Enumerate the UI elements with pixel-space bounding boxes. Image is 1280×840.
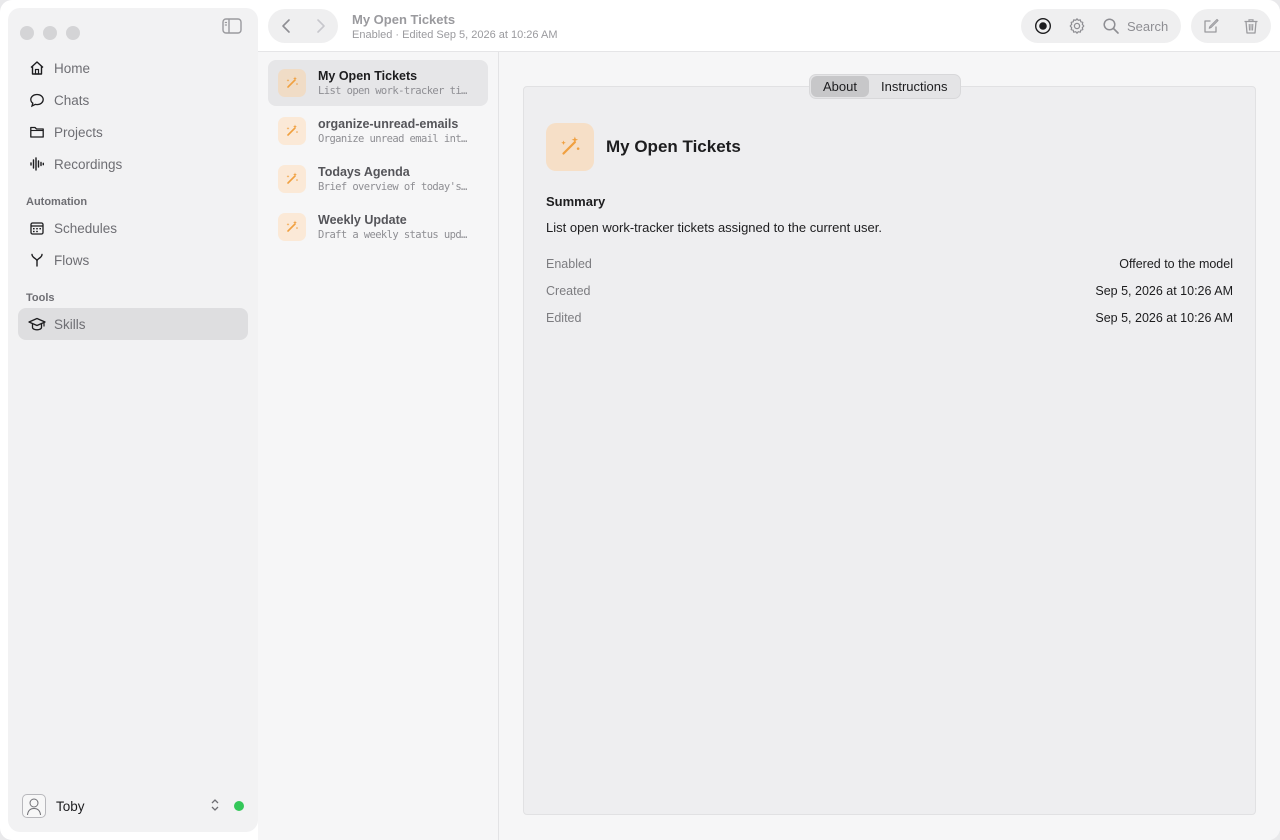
sidebar-toggle-icon[interactable]	[222, 18, 246, 36]
section-label-automation: Automation	[26, 196, 88, 208]
sidebar-item-label: Schedules	[54, 220, 118, 236]
avatar	[22, 794, 46, 818]
automation-nav: Schedules Flows	[18, 212, 248, 276]
skill-title: My Open Tickets	[606, 137, 741, 156]
gear-icon	[1069, 18, 1085, 34]
zoom-window-button[interactable]	[66, 26, 80, 40]
sidebar-item-flows[interactable]: Flows	[18, 244, 248, 276]
magic-wand-icon	[278, 165, 306, 193]
sidebar-item-label: Home	[54, 60, 91, 76]
sidebar-item-label: Recordings	[54, 156, 123, 172]
app-window: Home Chats Projects Recordings Automatio…	[0, 0, 1280, 840]
about-card: My Open Tickets Summary List open work-t…	[523, 86, 1256, 815]
window-controls	[20, 26, 80, 40]
toolbar-actions: Search	[1021, 9, 1181, 43]
skill-detail: About Instructions My Open Tickets Summa…	[499, 52, 1280, 840]
sidebar-item-skills[interactable]: Skills	[18, 308, 248, 340]
sidebar-item-chats[interactable]: Chats	[18, 84, 248, 116]
sidebar-item-schedules[interactable]: Schedules	[18, 212, 248, 244]
list-item[interactable]: My Open Tickets List open work-tracker t…	[268, 60, 488, 106]
tools-nav: Skills	[18, 308, 248, 340]
minimize-window-button[interactable]	[43, 26, 57, 40]
toolbar: My Open Tickets Enabled · Edited Sep 5, …	[258, 0, 1280, 52]
page-title: My Open Tickets	[352, 12, 456, 27]
flow-icon	[28, 251, 46, 269]
list-item-subtitle: Brief overview of today's calendar.	[318, 181, 468, 193]
user-account-row[interactable]: Toby	[22, 794, 244, 818]
waveform-icon	[28, 155, 46, 173]
list-item-subtitle: Draft a weekly status update.	[318, 229, 468, 241]
meta-value: Sep 5, 2026 at 10:26 AM	[1095, 284, 1233, 298]
sidebar-item-label: Skills	[54, 316, 86, 332]
summary-heading: Summary	[546, 194, 606, 209]
calendar-icon	[28, 219, 46, 237]
forward-button[interactable]	[307, 12, 335, 40]
search-button-label[interactable]: Search	[1127, 19, 1168, 34]
meta-key: Enabled	[546, 257, 592, 271]
list-item-title: Weekly Update	[318, 213, 407, 227]
magic-wand-icon	[546, 123, 594, 171]
trash-icon[interactable]	[1237, 12, 1265, 40]
home-icon	[28, 59, 46, 77]
list-item-title: Todays Agenda	[318, 165, 410, 179]
meta-row-enabled: Enabled Offered to the model	[546, 257, 1233, 275]
folder-icon	[28, 123, 46, 141]
skills-list: My Open Tickets List open work-tracker t…	[258, 52, 499, 840]
meta-value: Offered to the model	[1119, 257, 1233, 271]
list-item-subtitle: Organize unread email into useful groups…	[318, 133, 468, 145]
magic-wand-icon	[278, 213, 306, 241]
list-item[interactable]: organize-unread-emails Organize unread e…	[268, 108, 488, 154]
sidebar-item-projects[interactable]: Projects	[18, 116, 248, 148]
meta-row-edited: Edited Sep 5, 2026 at 10:26 AM	[546, 311, 1233, 329]
sidebar: Home Chats Projects Recordings Automatio…	[8, 8, 258, 832]
page-subtitle: Enabled · Edited Sep 5, 2026 at 10:26 AM	[352, 29, 558, 41]
sidebar-item-label: Chats	[54, 92, 90, 108]
tab-about[interactable]: About	[811, 76, 869, 97]
close-window-button[interactable]	[20, 26, 34, 40]
tab-instructions[interactable]: Instructions	[869, 76, 959, 97]
meta-value: Sep 5, 2026 at 10:26 AM	[1095, 311, 1233, 325]
chevron-up-down-icon[interactable]	[210, 798, 220, 815]
online-status-dot	[234, 801, 244, 811]
summary-text: List open work-tracker tickets assigned …	[546, 220, 882, 235]
list-item[interactable]: Weekly Update Draft a weekly status upda…	[268, 204, 488, 250]
list-item-title: My Open Tickets	[318, 69, 418, 83]
sidebar-item-recordings[interactable]: Recordings	[18, 148, 248, 180]
meta-key: Created	[546, 284, 591, 298]
meta-row-created: Created Sep 5, 2026 at 10:26 AM	[546, 284, 1233, 302]
sidebar-item-label: Projects	[54, 124, 103, 140]
back-button[interactable]	[272, 12, 300, 40]
main-nav: Home Chats Projects Recordings	[18, 52, 248, 180]
magic-wand-icon	[278, 69, 306, 97]
sidebar-item-home[interactable]: Home	[18, 52, 248, 84]
skill-header: My Open Tickets	[546, 123, 741, 171]
chat-icon	[28, 91, 46, 109]
navigation-buttons	[268, 9, 338, 43]
magic-wand-icon	[278, 117, 306, 145]
segmented-control: About Instructions	[809, 74, 962, 99]
section-label-tools: Tools	[26, 292, 55, 304]
search-icon[interactable]	[1097, 12, 1125, 40]
list-item-title: organize-unread-emails	[318, 117, 459, 131]
sidebar-item-label: Flows	[54, 252, 90, 268]
list-item-subtitle: List open work-tracker tickets assigned …	[318, 85, 468, 97]
record-button[interactable]	[1029, 12, 1057, 40]
compose-icon[interactable]	[1197, 12, 1225, 40]
meta-key: Edited	[546, 311, 582, 325]
edit-actions	[1191, 9, 1271, 43]
user-name: Toby	[56, 798, 85, 814]
graduation-cap-icon	[28, 315, 46, 333]
toolbar-title-block: My Open Tickets Enabled · Edited Sep 5, …	[352, 12, 557, 41]
list-item[interactable]: Todays Agenda Brief overview of today's …	[268, 156, 488, 202]
settings-button[interactable]	[1063, 12, 1091, 40]
